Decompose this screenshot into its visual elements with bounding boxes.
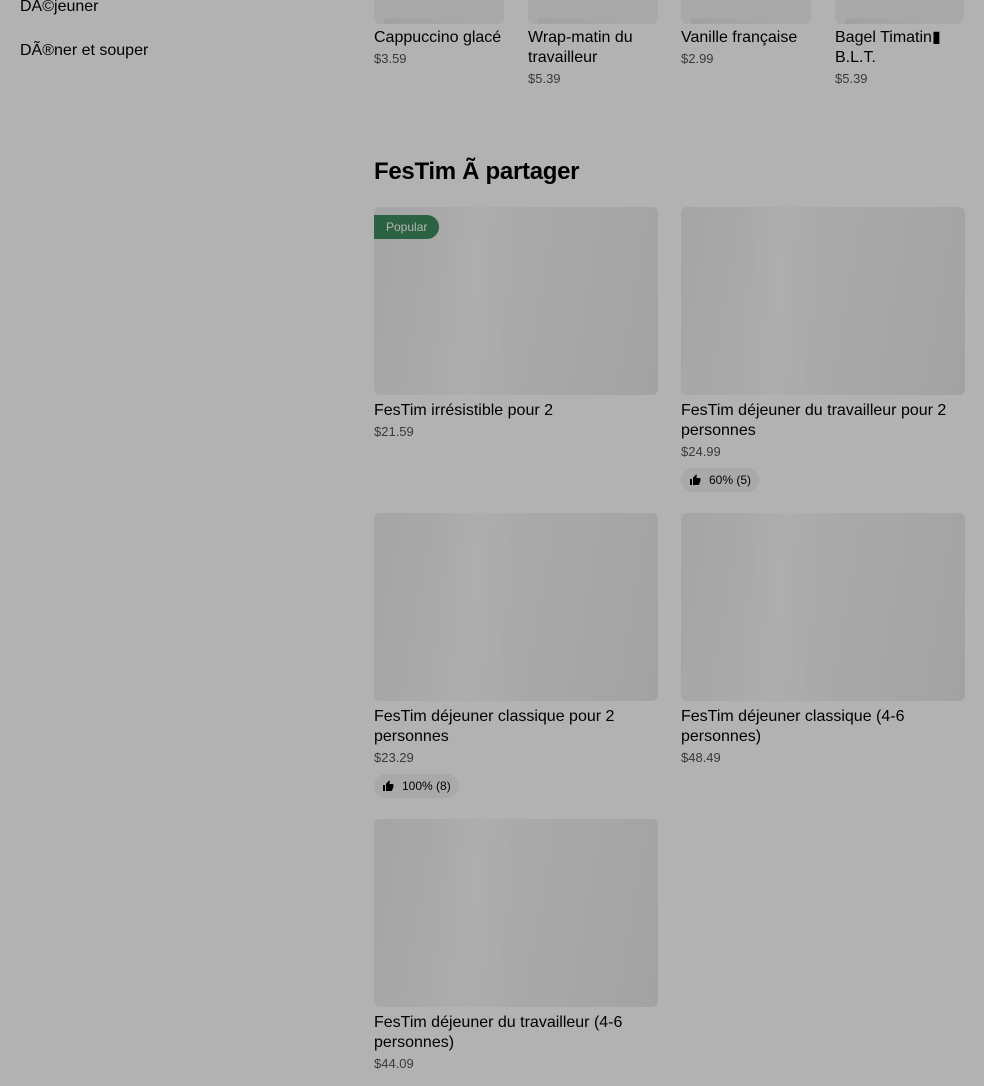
modal-backdrop[interactable] bbox=[0, 0, 984, 1086]
